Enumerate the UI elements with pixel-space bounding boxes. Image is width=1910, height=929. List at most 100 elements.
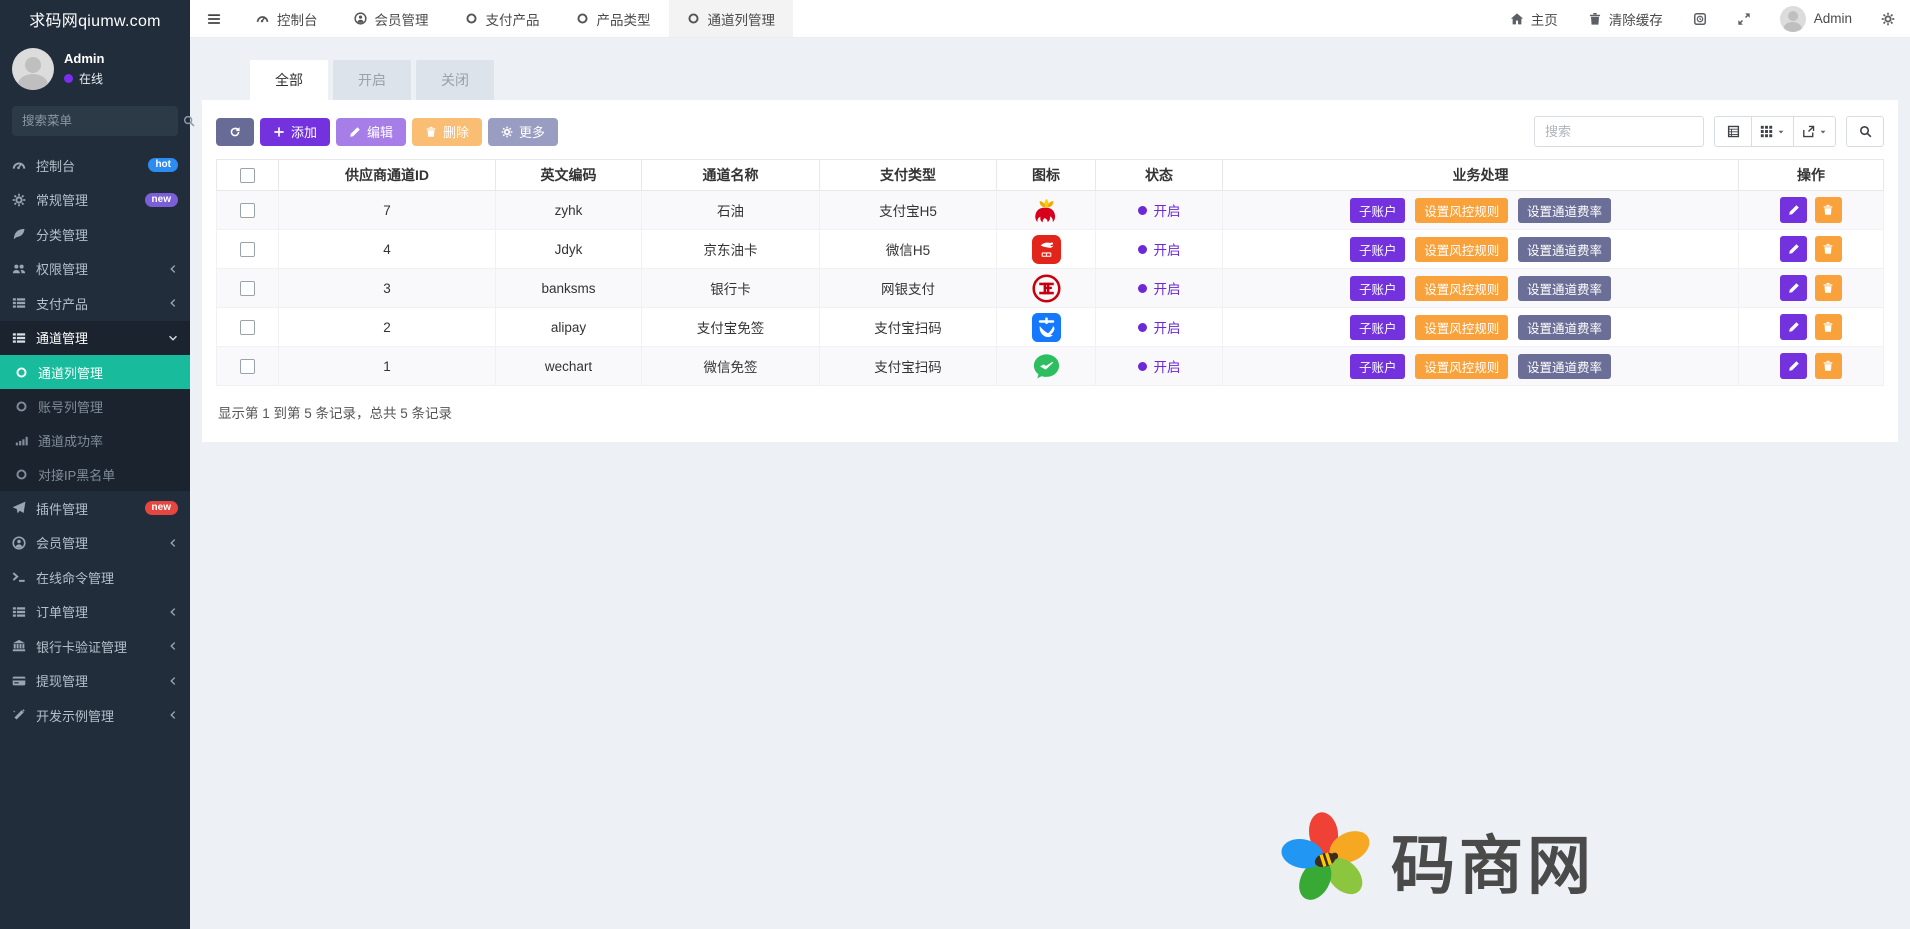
sidebar-item-withdraw[interactable]: 提现管理	[0, 664, 190, 699]
row-edit-button[interactable]	[1780, 353, 1807, 379]
row-delete-button[interactable]	[1815, 353, 1842, 379]
table-row: 1 wechart 微信免签 支付宝扫码 开启 子	[217, 347, 1884, 386]
sidebar-item-dev-example[interactable]: 开发示例管理	[0, 698, 190, 733]
status-dot	[1138, 206, 1147, 215]
row-delete-button[interactable]	[1815, 275, 1842, 301]
chevron-left-icon	[168, 538, 178, 548]
sidebar-item-plugin[interactable]: 插件管理 new	[0, 491, 190, 526]
row-delete-button[interactable]	[1815, 236, 1842, 262]
export-button[interactable]	[1794, 116, 1836, 147]
chevron-left-icon	[168, 298, 178, 308]
sidebar-item-dashboard[interactable]: 控制台 hot	[0, 148, 190, 183]
topbar-actions: 主页 清除缓存 Admin	[1495, 0, 1910, 37]
more-button[interactable]: 更多	[488, 118, 558, 146]
sidebar-item-channel-success-rate[interactable]: 通道成功率	[0, 423, 190, 457]
sub-account-button[interactable]: 子账户	[1350, 237, 1406, 262]
sidebar-item-online-command[interactable]: 在线命令管理	[0, 560, 190, 595]
channel-fee-button[interactable]: 设置通道费率	[1518, 198, 1611, 223]
row-edit-button[interactable]	[1780, 275, 1807, 301]
avatar	[12, 48, 54, 90]
sub-account-button[interactable]: 子账户	[1350, 198, 1406, 223]
table-row: 7 zyhk 石油 支付宝H5	[217, 191, 1884, 230]
filter-tab-closed[interactable]: 关闭	[416, 60, 494, 100]
add-button[interactable]: 添加	[260, 118, 330, 146]
settings-button[interactable]	[1866, 12, 1910, 26]
sidebar-item-general[interactable]: 常规管理 new	[0, 183, 190, 218]
home-icon	[1510, 12, 1524, 26]
row-delete-button[interactable]	[1815, 197, 1842, 223]
channel-fee-button[interactable]: 设置通道费率	[1518, 237, 1611, 262]
table-header-row: 供应商通道ID 英文编码 通道名称 支付类型 图标 状态 业务处理 操作	[217, 160, 1884, 191]
history-button[interactable]	[1678, 12, 1722, 26]
circle-icon	[465, 12, 478, 25]
filter-tab-open[interactable]: 开启	[333, 60, 411, 100]
user-menu[interactable]: Admin	[1766, 6, 1866, 32]
magic-wand-icon	[12, 708, 26, 722]
channel-fee-button[interactable]: 设置通道费率	[1518, 276, 1611, 301]
tab-pay-product[interactable]: 支付产品	[447, 0, 558, 37]
delete-button[interactable]: 删除	[412, 118, 482, 146]
sidebar-item-pay-product[interactable]: 支付产品	[0, 286, 190, 321]
chevron-left-icon	[168, 641, 178, 651]
tab-member[interactable]: 会员管理	[336, 0, 447, 37]
row-checkbox[interactable]	[240, 359, 255, 374]
tab-product-type[interactable]: 产品类型	[558, 0, 669, 37]
row-edit-button[interactable]	[1780, 236, 1807, 262]
table-search-input[interactable]	[1534, 116, 1704, 147]
trash-icon	[1588, 12, 1602, 26]
sidebar-toggle-button[interactable]	[190, 0, 238, 37]
row-checkbox[interactable]	[240, 203, 255, 218]
bank-icon	[12, 639, 26, 653]
tab-dashboard[interactable]: 控制台	[238, 0, 336, 37]
risk-rule-button[interactable]: 设置风控规则	[1415, 198, 1508, 223]
risk-rule-button[interactable]: 设置风控规则	[1415, 315, 1508, 340]
row-edit-button[interactable]	[1780, 197, 1807, 223]
sidebar-search[interactable]	[12, 106, 178, 136]
chevron-left-icon	[168, 264, 178, 274]
sidebar-item-channel-list[interactable]: 通道列管理	[0, 355, 190, 389]
sidebar-item-ip-blacklist[interactable]: 对接IP黑名单	[0, 457, 190, 491]
sub-account-button[interactable]: 子账户	[1350, 315, 1406, 340]
row-checkbox[interactable]	[240, 320, 255, 335]
channel-fee-button[interactable]: 设置通道费率	[1518, 315, 1611, 340]
watermark: 码商网	[1279, 810, 1595, 911]
sidebar-item-bankcard-verify[interactable]: 银行卡验证管理	[0, 629, 190, 664]
sub-account-button[interactable]: 子账户	[1350, 354, 1406, 379]
edit-button[interactable]: 编辑	[336, 118, 406, 146]
sidebar-item-account-list[interactable]: 账号列管理	[0, 389, 190, 423]
risk-rule-button[interactable]: 设置风控规则	[1415, 354, 1508, 379]
chevron-down-icon	[168, 333, 178, 343]
col-english-code: 英文编码	[496, 160, 642, 191]
row-edit-button[interactable]	[1780, 314, 1807, 340]
pencil-icon	[1788, 321, 1800, 333]
risk-rule-button[interactable]: 设置风控规则	[1415, 276, 1508, 301]
toggle-view-button[interactable]	[1714, 116, 1752, 147]
search-button[interactable]	[1846, 116, 1884, 147]
channel-fee-button[interactable]: 设置通道费率	[1518, 354, 1611, 379]
home-button[interactable]: 主页	[1495, 9, 1573, 29]
sidebar-item-order[interactable]: 订单管理	[0, 595, 190, 630]
clear-cache-button[interactable]: 清除缓存	[1573, 9, 1678, 29]
sidebar-item-category[interactable]: 分类管理	[0, 217, 190, 252]
filter-tab-all[interactable]: 全部	[250, 60, 328, 100]
columns-button[interactable]	[1752, 116, 1794, 147]
caret-down-icon	[1819, 128, 1827, 136]
row-delete-button[interactable]	[1815, 314, 1842, 340]
sidebar-search-input[interactable]	[22, 114, 183, 128]
select-all-checkbox[interactable]	[240, 168, 255, 183]
row-checkbox[interactable]	[240, 281, 255, 296]
sidebar-item-permission[interactable]: 权限管理	[0, 252, 190, 287]
sub-account-button[interactable]: 子账户	[1350, 276, 1406, 301]
circle-icon	[15, 366, 28, 379]
sidebar-item-channel[interactable]: 通道管理	[0, 321, 190, 356]
risk-rule-button[interactable]: 设置风控规则	[1415, 237, 1508, 262]
tab-channel-list[interactable]: 通道列管理	[669, 0, 794, 37]
refresh-button[interactable]	[216, 118, 254, 146]
sidebar-item-member[interactable]: 会员管理	[0, 526, 190, 561]
circle-icon	[15, 400, 28, 413]
fullscreen-button[interactable]	[1722, 12, 1766, 26]
topbar-user-name: Admin	[1814, 11, 1852, 26]
record-summary: 显示第 1 到第 5 条记录，总共 5 条记录	[216, 386, 1884, 424]
row-checkbox[interactable]	[240, 242, 255, 257]
sidebar-menu: 控制台 hot 常规管理 new 分类管理 权限管理 支付产品 通道管理	[0, 148, 190, 733]
